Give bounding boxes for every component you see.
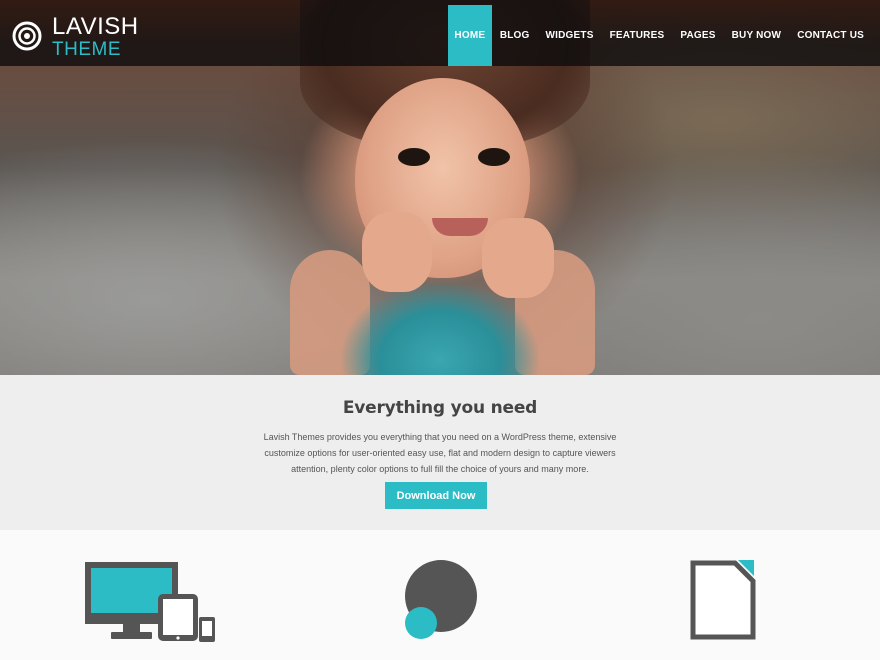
nav-item-blog[interactable]: BLOG	[492, 5, 538, 66]
nav-item-home[interactable]: HOME	[447, 5, 492, 66]
document-icon	[690, 560, 756, 640]
site-logo[interactable]: LAVISH THEME	[12, 15, 139, 59]
intro-text: Lavish Themes provides you everything th…	[263, 432, 617, 474]
site-header: LAVISH THEME HOME BLOG WIDGETS FEATURES …	[0, 0, 880, 66]
logo-text: LAVISH THEME	[52, 13, 139, 60]
nav-item-pages[interactable]: PAGES	[672, 5, 723, 66]
target-icon	[12, 21, 42, 51]
hero-photo-hand	[362, 212, 432, 292]
intro-title: Everything you need	[342, 398, 538, 418]
color-circles-icon	[405, 560, 477, 639]
hero-photo-eye	[398, 148, 430, 166]
logo-line-2: THEME	[52, 39, 121, 60]
nav-item-buy-now[interactable]: BUY NOW	[724, 5, 790, 66]
hero-photo-hand	[482, 218, 554, 298]
download-now-button[interactable]: Download Now	[385, 482, 487, 509]
main-nav: HOME BLOG WIDGETS FEATURES PAGES BUY NOW…	[447, 5, 872, 66]
logo-line-1: LAVISH	[52, 13, 139, 40]
feature-icons-row	[0, 530, 880, 660]
responsive-devices-icon	[85, 562, 215, 642]
nav-item-widgets[interactable]: WIDGETS	[538, 5, 602, 66]
hero-photo-eye	[478, 148, 510, 166]
nav-item-features[interactable]: FEATURES	[602, 5, 673, 66]
nav-item-contact-us[interactable]: CONTACT US	[789, 5, 872, 66]
intro-section: Everything you need Lavish Themes provid…	[0, 375, 880, 530]
